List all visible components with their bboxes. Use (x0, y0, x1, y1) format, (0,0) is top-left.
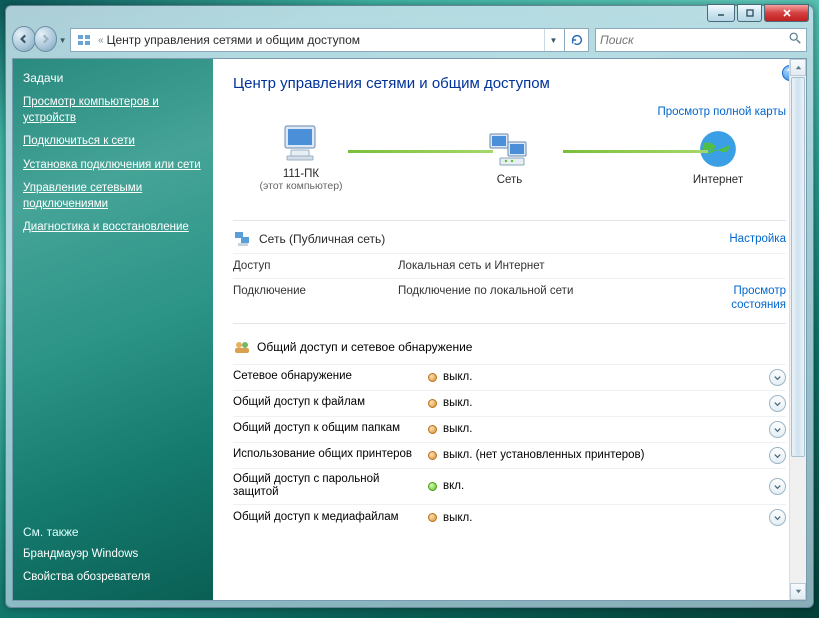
share-value: выкл. (443, 371, 472, 383)
share-label: Использование общих принтеров (233, 448, 428, 462)
scroll-thumb[interactable] (791, 77, 805, 457)
node-network-label: Сеть (497, 174, 523, 186)
sidebar-link-setup-connection[interactable]: Установка подключения или сети (23, 154, 203, 178)
expand-button[interactable] (769, 447, 786, 464)
expand-button[interactable] (769, 509, 786, 526)
expand-button[interactable] (769, 478, 786, 495)
vertical-scrollbar[interactable] (789, 59, 806, 600)
row-label: Подключение (233, 285, 398, 313)
page-title: Центр управления сетями и общим доступом (233, 75, 786, 92)
sharing-heading: Общий доступ и сетевое обнаружение (257, 340, 472, 354)
search-box[interactable] (595, 28, 807, 52)
network-small-icon (233, 229, 253, 249)
see-also-firewall[interactable]: Брандмауэр Windows (23, 543, 203, 567)
row-value: Подключение по локальной сети (398, 285, 706, 313)
share-row: Общий доступ к общим папкам выкл. (233, 416, 786, 442)
divider (233, 220, 786, 221)
sidebar-link-view-computers[interactable]: Просмотр компьютеров и устройств (23, 91, 203, 130)
sharing-icon (233, 338, 251, 356)
expand-button[interactable] (769, 421, 786, 438)
network-name: Сеть (Публичная сеть) (259, 232, 385, 246)
maximize-button[interactable] (737, 4, 762, 22)
status-dot-icon (428, 373, 437, 382)
network-icon (486, 128, 534, 170)
node-this-pc: 111-ПК (этот компьютер) (241, 122, 361, 192)
computer-icon (277, 122, 325, 164)
expand-button[interactable] (769, 395, 786, 412)
titlebar (6, 6, 813, 24)
sidebar-heading: Задачи (23, 71, 203, 85)
nav-toolbar: ▼ « Центр управления сетями и общим дост… (12, 24, 807, 56)
network-header: Сеть (Публичная сеть) Настройка (233, 225, 786, 253)
breadcrumb-text: Центр управления сетями и общим доступом (107, 33, 361, 47)
main-panel: ? Центр управления сетями и общим доступ… (213, 59, 806, 600)
share-row: Общий доступ к медиафайлам выкл. (233, 504, 786, 530)
share-row: Общий доступ с парольной защитой вкл. (233, 468, 786, 505)
globe-icon (694, 128, 742, 170)
network-row-connection: Подключение Подключение по локальной сет… (233, 278, 786, 319)
see-also-internet-options[interactable]: Свойства обозревателя (23, 566, 203, 590)
sidebar-link-connect[interactable]: Подключиться к сети (23, 130, 203, 154)
share-label: Общий доступ к файлам (233, 396, 428, 410)
share-row: Сетевое обнаружение выкл. (233, 364, 786, 390)
node-pc-name: 111-ПК (283, 168, 319, 180)
network-configure-link[interactable]: Настройка (729, 233, 786, 245)
share-value: выкл. (443, 397, 472, 409)
address-bar[interactable]: « Центр управления сетями и общим доступ… (70, 28, 565, 52)
share-label: Общий доступ к медиафайлам (233, 511, 428, 525)
scroll-down-button[interactable] (790, 583, 806, 600)
divider (233, 323, 786, 324)
share-value: выкл. (нет установленных принтеров) (443, 449, 644, 461)
tasks-sidebar: Задачи Просмотр компьютеров и устройств … (13, 59, 213, 600)
network-row-access: Доступ Локальная сеть и Интернет (233, 253, 786, 278)
status-dot-icon (428, 451, 437, 460)
share-value: вкл. (443, 480, 464, 492)
nav-forward-button[interactable] (34, 26, 58, 52)
sidebar-link-manage-connections[interactable]: Управление сетевыми подключениями (23, 177, 203, 216)
nav-history-dropdown[interactable]: ▼ (57, 26, 68, 54)
link-line (348, 150, 493, 153)
status-dot-icon (428, 513, 437, 522)
row-label: Доступ (233, 260, 398, 272)
node-pc-sub: (этот компьютер) (259, 180, 342, 192)
close-button[interactable] (764, 4, 809, 22)
status-dot-icon (428, 399, 437, 408)
share-row: Использование общих принтеров выкл. (нет … (233, 442, 786, 468)
location-icon (76, 32, 92, 48)
status-dot-icon (428, 482, 437, 491)
expand-button[interactable] (769, 369, 786, 386)
nav-back-button[interactable] (12, 26, 36, 52)
search-icon (788, 31, 802, 50)
share-label: Общий доступ с парольной защитой (233, 473, 428, 501)
node-internet-label: Интернет (693, 174, 743, 186)
node-network: Сеть (450, 128, 570, 186)
view-full-map-link[interactable]: Просмотр полной карты (657, 106, 786, 118)
network-map: Просмотр полной карты 111-ПК (этот компь… (233, 106, 786, 216)
refresh-button[interactable] (565, 28, 589, 52)
breadcrumb-prefix: « (98, 35, 104, 46)
row-value: Локальная сеть и Интернет (398, 260, 786, 272)
share-label: Сетевое обнаружение (233, 370, 428, 384)
share-row: Общий доступ к файлам выкл. (233, 390, 786, 416)
node-internet: Интернет (658, 128, 778, 186)
minimize-button[interactable] (707, 4, 735, 22)
address-dropdown[interactable]: ▼ (544, 29, 562, 51)
app-window: ▼ « Центр управления сетями и общим дост… (5, 5, 814, 608)
sidebar-link-diagnose[interactable]: Диагностика и восстановление (23, 216, 203, 240)
link-line (563, 150, 708, 153)
sharing-section: Общий доступ и сетевое обнаружение Сетев… (233, 334, 786, 531)
status-dot-icon (428, 425, 437, 434)
see-also-heading: См. также (23, 525, 203, 539)
client-area: Задачи Просмотр компьютеров и устройств … (12, 58, 807, 601)
share-value: выкл. (443, 423, 472, 435)
search-input[interactable] (600, 33, 788, 47)
share-value: выкл. (443, 512, 472, 524)
view-status-link[interactable]: Просмотр состояния (706, 285, 786, 313)
share-label: Общий доступ к общим папкам (233, 422, 428, 436)
scroll-up-button[interactable] (790, 59, 806, 76)
